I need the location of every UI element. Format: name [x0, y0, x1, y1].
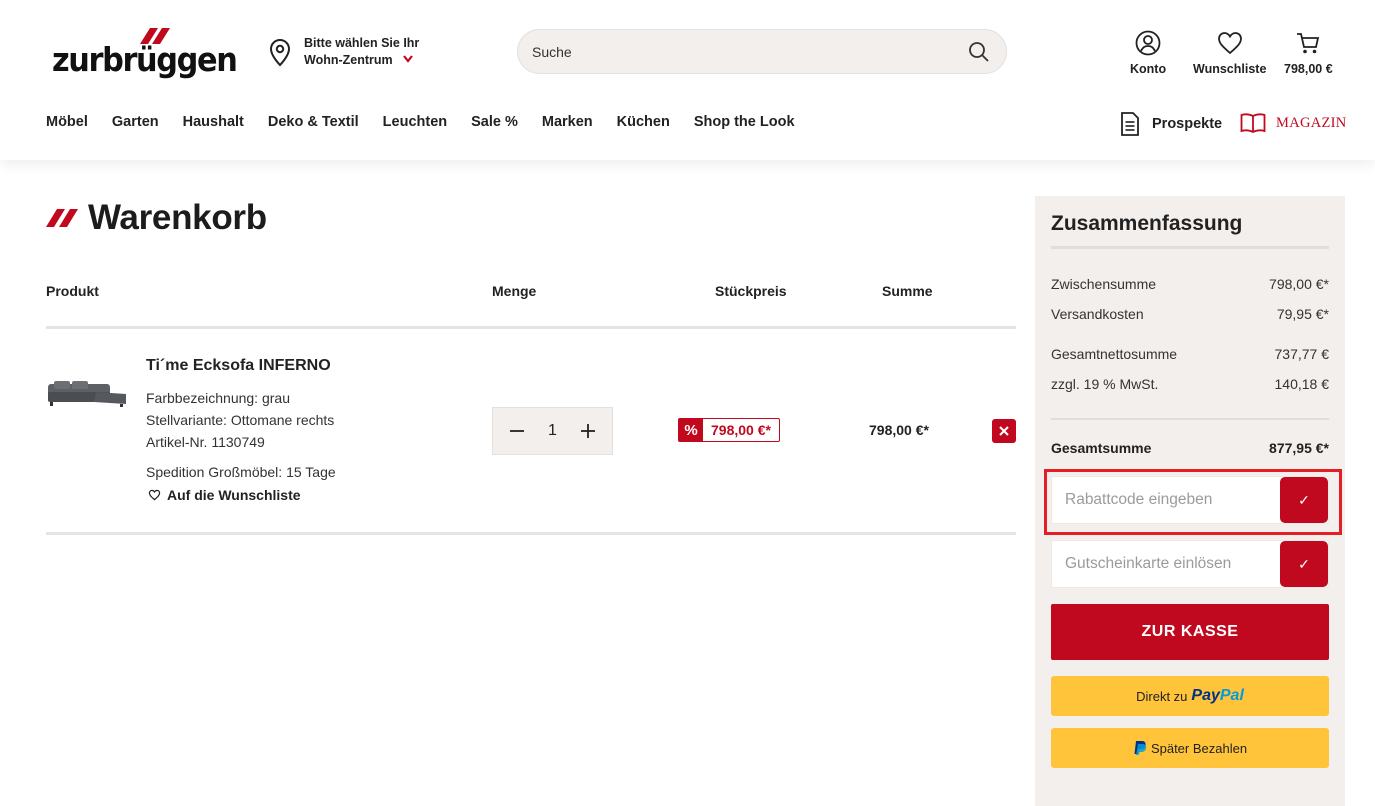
summary-row-label: Versandkosten	[1051, 306, 1144, 322]
quantity-stepper: 1	[492, 407, 613, 455]
quantity-value[interactable]: 1	[548, 422, 557, 440]
paypal-logo-pal: Pal	[1219, 687, 1244, 704]
nav-item-marken[interactable]: Marken	[542, 114, 593, 134]
brochure-icon	[1121, 112, 1139, 136]
product-image-sofa[interactable]	[46, 378, 128, 408]
magazin-label: MAGAZIN	[1276, 114, 1347, 131]
product-delivery-time: Spedition Großmöbel: 15 Tage	[146, 464, 336, 480]
row-sum-value: 798,00 €*	[869, 422, 929, 438]
paypal-pay-later-button[interactable]: Später Bezahlen	[1051, 728, 1329, 768]
product-name[interactable]: Ti´me Ecksofa INFERNO	[146, 357, 331, 375]
summary-row-grand-total: Gesamtsumme 877,95 €*	[1051, 440, 1329, 456]
quantity-decrease-button[interactable]	[507, 421, 527, 441]
summary-row-net-total: Gesamtnettosumme 737,77 €	[1051, 346, 1329, 362]
discount-code-highlight-frame	[1044, 469, 1342, 535]
nav-item-leuchten[interactable]: Leuchten	[383, 114, 447, 134]
add-to-wishlist-link[interactable]: Auf die Wunschliste	[148, 487, 301, 503]
store-selector-line2: Wohn-Zentrum	[304, 53, 393, 67]
page-title: Warenkorb	[46, 198, 267, 238]
heart-icon	[1217, 32, 1242, 55]
summary-row-value: 140,18 €	[1274, 376, 1330, 392]
paypal-direct-button[interactable]: Direkt zu Pay Pal	[1051, 676, 1329, 716]
magazin-link[interactable]: MAGAZIN	[1240, 112, 1347, 134]
summary-row-subtotal: Zwischensumme 798,00 €*	[1051, 276, 1329, 292]
quantity-increase-button[interactable]	[578, 421, 598, 441]
grand-total-value: 877,95 €*	[1269, 440, 1329, 456]
summary-row-label: zzgl. 19 % MwSt.	[1051, 376, 1159, 392]
table-divider-top	[46, 326, 1016, 329]
logo-text: zurbrüggen	[52, 40, 238, 79]
product-article-number: Artikel-Nr. 1130749	[146, 434, 265, 450]
paypal-direct-prefix: Direkt zu	[1136, 688, 1188, 704]
store-selector-line1: Bitte wählen Sie Ihr	[304, 36, 420, 50]
product-color: Farbbezeichnung: grau	[146, 390, 290, 406]
unit-price-sale-badge: % 798,00 €*	[678, 418, 780, 442]
sale-percent-icon: %	[679, 419, 703, 441]
nav-item-sale[interactable]: Sale %	[471, 114, 518, 134]
nav-item-deko-textil[interactable]: Deko & Textil	[268, 114, 359, 134]
summary-row-vat: zzgl. 19 % MwSt. 140,18 €	[1051, 376, 1329, 392]
summary-row-value: 737,77 €	[1274, 346, 1330, 362]
add-to-wishlist-label: Auf die Wunschliste	[167, 487, 301, 503]
checkout-button[interactable]: ZUR KASSE	[1051, 604, 1329, 660]
cart-total: 798,00 €	[1284, 62, 1333, 76]
paypal-icon	[1134, 741, 1147, 755]
prospekte-link[interactable]: Prospekte	[1120, 111, 1222, 137]
search-icon[interactable]	[968, 41, 990, 63]
product-variant: Stellvariante: Ottomane rechts	[146, 412, 335, 428]
user-icon	[1135, 30, 1161, 56]
summary-row-shipping: Versandkosten 79,95 €*	[1051, 306, 1329, 322]
main-navigation: Möbel Garten Haushalt Deko & Textil Leuc…	[46, 114, 819, 134]
close-icon	[999, 426, 1009, 436]
wishlist-label: Wunschliste	[1193, 62, 1267, 76]
shopping-cart-icon	[1297, 33, 1320, 54]
summary-title: Zusammenfassung	[1051, 212, 1243, 235]
column-header-unit-price: Stückpreis	[715, 283, 787, 299]
plus-icon	[581, 424, 595, 438]
nav-item-moebel[interactable]: Möbel	[46, 114, 88, 134]
voucher-card-input[interactable]	[1052, 541, 1280, 587]
title-slash-icon	[46, 209, 78, 227]
summary-row-value: 79,95 €*	[1276, 306, 1329, 322]
grand-total-label: Gesamtsumme	[1051, 440, 1152, 456]
location-pin-icon	[269, 38, 291, 67]
summary-row-label: Gesamtnettosumme	[1051, 346, 1178, 362]
summary-row-value: 798,00 €*	[1269, 276, 1329, 292]
nav-item-kuechen[interactable]: Küchen	[617, 114, 670, 134]
nav-item-haushalt[interactable]: Haushalt	[183, 114, 244, 134]
heart-icon	[148, 489, 161, 501]
voucher-card-form: ✓	[1051, 540, 1329, 588]
column-header-product: Produkt	[46, 283, 99, 299]
search-bar	[517, 29, 1007, 74]
paypal-pay-later-label: Später Bezahlen	[1150, 740, 1248, 756]
store-selector[interactable]: Bitte wählen Sie Ihr Wohn-Zentrum	[268, 36, 438, 72]
voucher-card-submit-button[interactable]: ✓	[1280, 541, 1328, 587]
prospekte-label: Prospekte	[1152, 116, 1223, 132]
wishlist-button[interactable]: Wunschliste	[1193, 30, 1266, 76]
account-button[interactable]: Konto	[1130, 30, 1166, 76]
summary-row-label: Zwischensumme	[1051, 276, 1157, 292]
table-divider-bottom	[46, 532, 1016, 535]
check-icon: ✓	[1298, 555, 1310, 572]
paypal-logo-pay: Pay	[1191, 687, 1220, 704]
open-book-icon	[1240, 113, 1266, 134]
site-header: zurbrüggen Bitte wählen Sie Ihr Wohn-Zen…	[0, 0, 1375, 160]
nav-item-shop-the-look[interactable]: Shop the Look	[694, 114, 795, 134]
minus-icon	[510, 430, 524, 432]
page-title-text: Warenkorb	[88, 198, 267, 237]
summary-divider-bottom	[1051, 418, 1329, 420]
account-label: Konto	[1130, 62, 1167, 76]
summary-divider-top	[1051, 246, 1329, 249]
chevron-down-icon	[403, 55, 413, 63]
column-header-quantity: Menge	[492, 283, 537, 299]
search-input[interactable]	[532, 30, 952, 73]
remove-item-button[interactable]	[992, 419, 1016, 443]
column-header-sum: Summe	[882, 283, 933, 299]
zurbrueggen-logo[interactable]: zurbrüggen	[52, 28, 238, 79]
nav-item-garten[interactable]: Garten	[112, 114, 159, 134]
unit-price-value: 798,00 €*	[711, 422, 771, 438]
cart-button[interactable]: 798,00 €	[1284, 30, 1333, 76]
